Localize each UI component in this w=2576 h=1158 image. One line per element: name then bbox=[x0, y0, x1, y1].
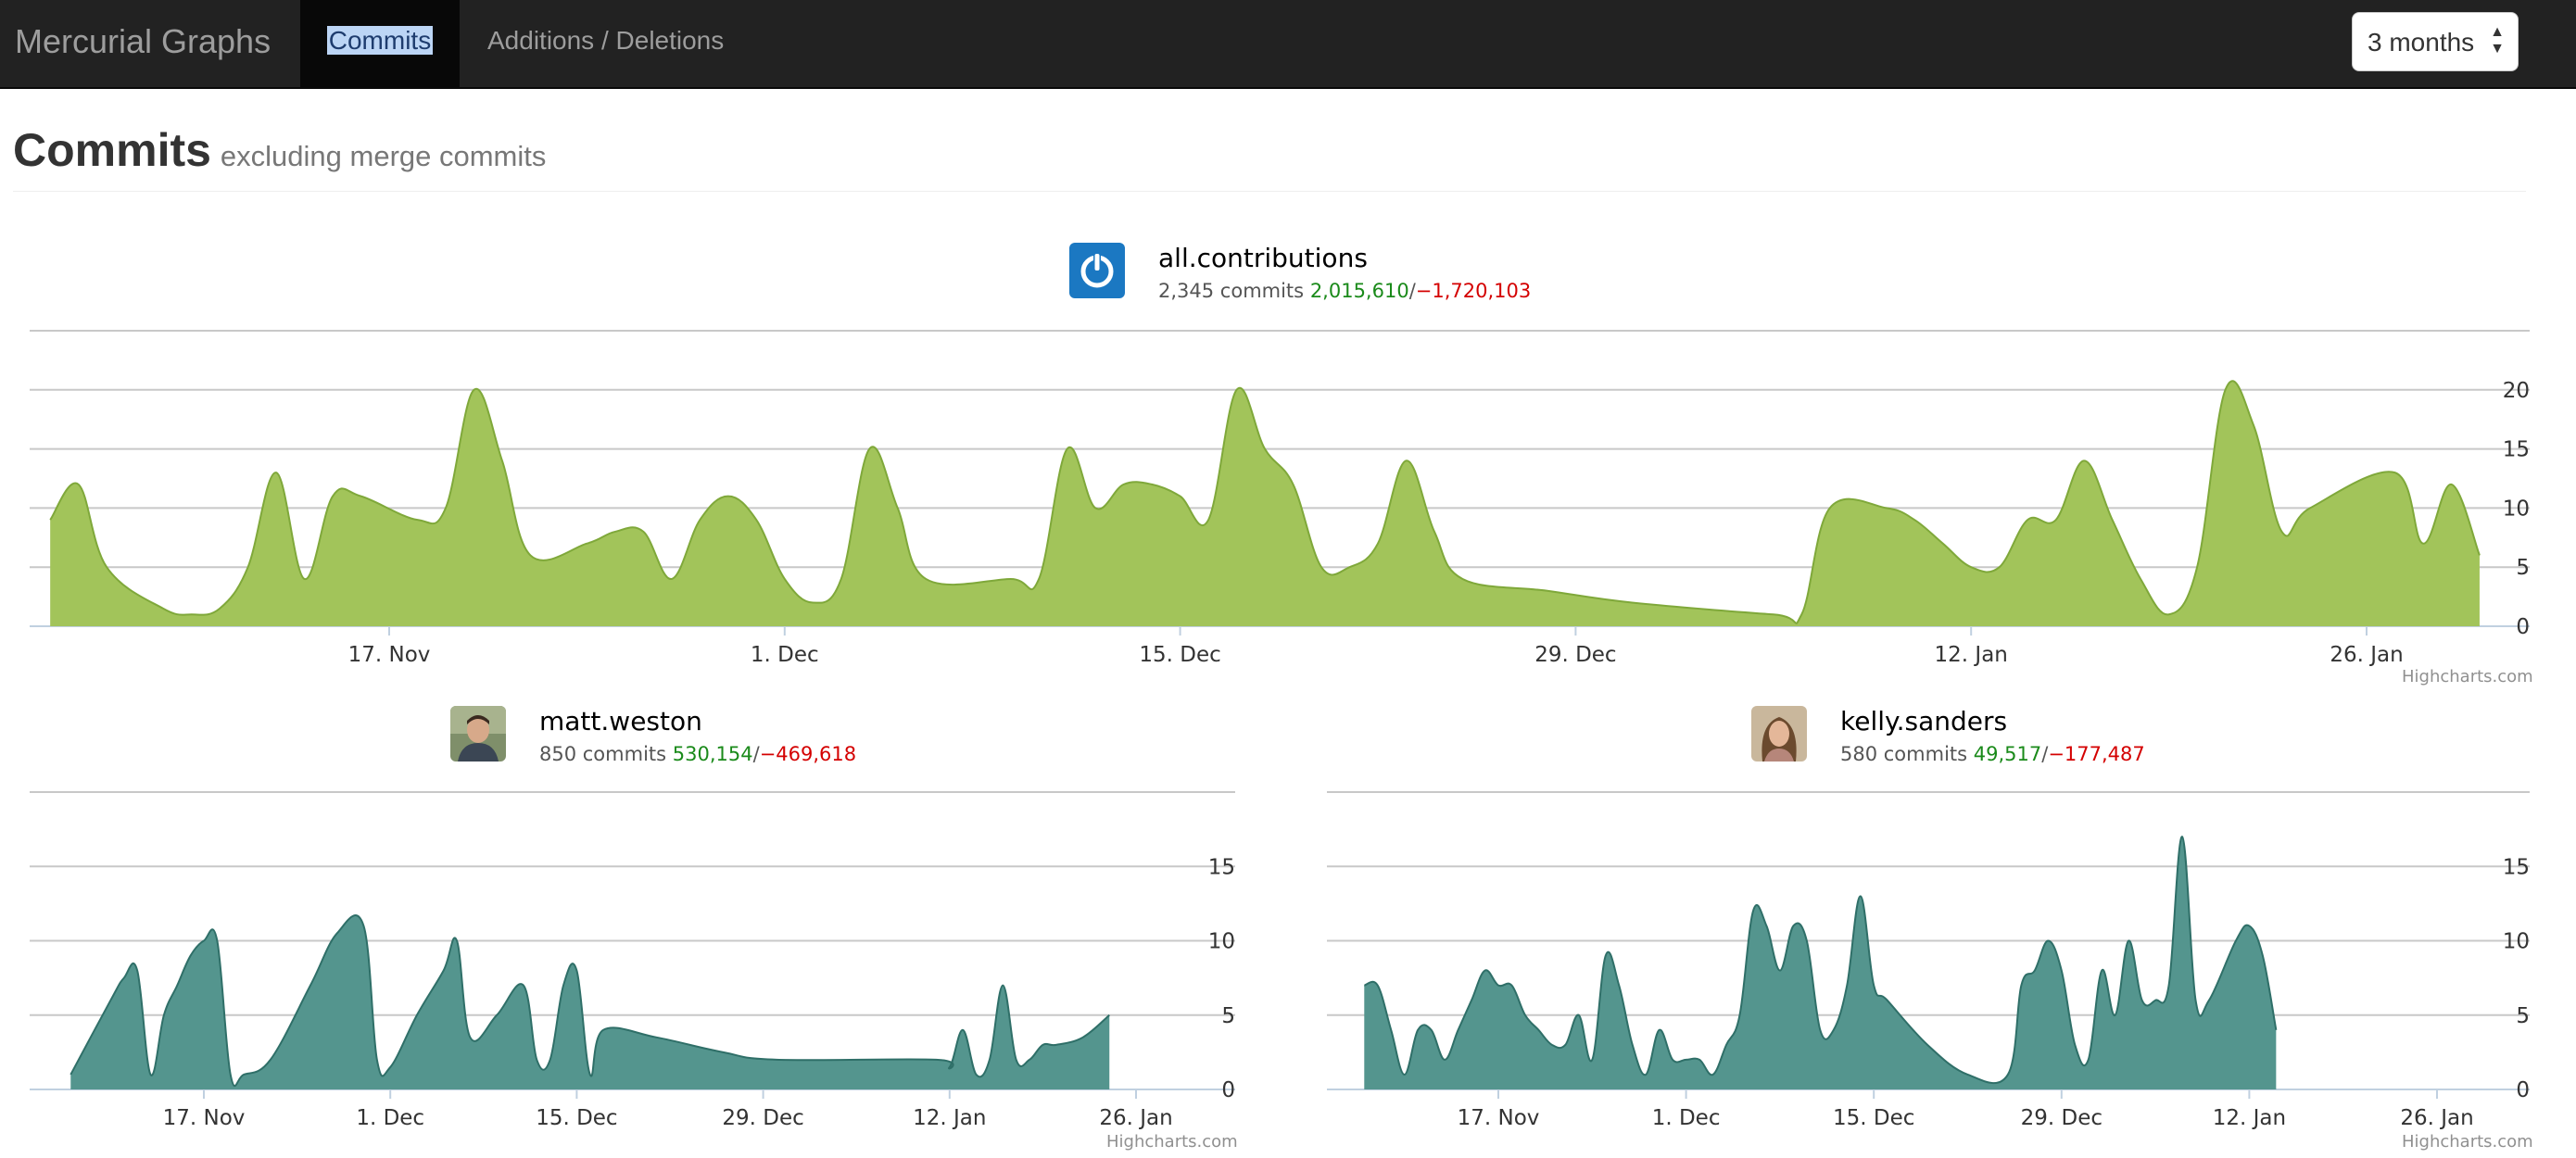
top-navbar: Mercurial Graphs Commits Additions / Del… bbox=[0, 0, 2576, 89]
page-title: Commits excluding merge commits bbox=[13, 120, 2526, 186]
x-tick-label: 17. Nov bbox=[1458, 1106, 1540, 1130]
person-name: all.contributions bbox=[1158, 243, 1368, 273]
x-tick-label: 15. Dec bbox=[1139, 643, 1220, 667]
x-tick-label: 15. Dec bbox=[536, 1106, 617, 1130]
person-name: kelly.sanders bbox=[1840, 706, 2008, 736]
series-area bbox=[1364, 837, 2277, 1089]
y-tick-label: 15 bbox=[2503, 855, 2530, 879]
y-tick-label: 10 bbox=[1208, 930, 1235, 954]
x-tick-label: 12. Jan bbox=[1935, 643, 2008, 667]
y-tick-label: 20 bbox=[2503, 379, 2530, 403]
x-tick-label: 26. Jan bbox=[1099, 1106, 1172, 1130]
y-tick-label: 5 bbox=[2516, 556, 2530, 580]
commit-count: 850 commits bbox=[539, 743, 667, 765]
commit-count: 2,345 commits bbox=[1158, 280, 1305, 302]
x-tick-label: 29. Dec bbox=[722, 1106, 803, 1130]
x-tick-label: 26. Jan bbox=[2330, 643, 2403, 667]
tab-commits[interactable]: Commits bbox=[300, 0, 460, 87]
x-tick-label: 17. Nov bbox=[163, 1106, 246, 1130]
x-tick-label: 1. Dec bbox=[1652, 1106, 1721, 1130]
commit-count: 580 commits bbox=[1840, 743, 1968, 765]
page-header: Commits excluding merge commits bbox=[13, 120, 2526, 192]
x-tick-label: 26. Jan bbox=[2400, 1106, 2473, 1130]
y-tick-label: 0 bbox=[2516, 1078, 2530, 1102]
additions-count: 530,154 bbox=[672, 743, 753, 765]
person-name: matt.weston bbox=[539, 706, 702, 736]
chart-kelly-sanders: 0 5 10 15 17. Nov 1. Dec 15. Dec 29. Dec 12. Jan… bbox=[1297, 778, 2576, 1149]
y-tick-label: 15 bbox=[1208, 855, 1235, 879]
x-tick-label: 1. Dec bbox=[751, 643, 819, 667]
y-tick-label: 15 bbox=[2503, 438, 2530, 462]
chart-matt-weston: 0 5 10 15 17. Nov 1. Dec 15. Dec 29. Dec 12. Jan… bbox=[0, 778, 1260, 1149]
x-tick-label: 12. Jan bbox=[913, 1106, 986, 1130]
person-stats: 2,345 commits 2,015,610/−1,720,103 bbox=[1158, 280, 1531, 302]
x-tick-label: 17. Nov bbox=[348, 643, 431, 667]
stats-separator: / bbox=[1408, 280, 1416, 302]
x-tick-label: 29. Dec bbox=[1534, 643, 1616, 667]
avatar bbox=[1751, 706, 1807, 762]
x-tick-label: 15. Dec bbox=[1833, 1106, 1914, 1130]
x-tick-label: 1. Dec bbox=[356, 1106, 424, 1130]
deletions-count: −1,720,103 bbox=[1415, 280, 1532, 302]
y-tick-label: 10 bbox=[2503, 497, 2530, 521]
brand-link[interactable]: Mercurial Graphs bbox=[15, 0, 271, 87]
time-range-value: 3 months bbox=[2368, 28, 2475, 57]
page-subtitle: excluding merge commits bbox=[220, 140, 547, 172]
y-tick-label: 10 bbox=[2503, 930, 2530, 954]
y-tick-label: 5 bbox=[1221, 1004, 1235, 1028]
chart-all-contributions: 0 5 10 15 20 17. Nov 1. Dec 15. Dec 29. Dec 12. J… bbox=[0, 315, 2576, 686]
tab-additions-deletions[interactable]: Additions / Deletions bbox=[487, 0, 724, 87]
tab-commits-label: Commits bbox=[326, 26, 434, 55]
power-icon bbox=[1069, 243, 1125, 298]
highcharts-credit[interactable]: Highcharts.com bbox=[1106, 1132, 1238, 1152]
highcharts-credit[interactable]: Highcharts.com bbox=[2402, 667, 2533, 686]
avatar bbox=[450, 706, 506, 762]
person-stats: 580 commits 49,517/−177,487 bbox=[1840, 743, 2145, 765]
additions-count: 49,517 bbox=[1973, 743, 2042, 765]
additions-count: 2,015,610 bbox=[1309, 280, 1409, 302]
deletions-count: −177,487 bbox=[2048, 743, 2145, 765]
series-area bbox=[50, 381, 2480, 626]
highcharts-credit[interactable]: Highcharts.com bbox=[2402, 1132, 2533, 1152]
stats-separator: / bbox=[752, 743, 760, 765]
person-stats: 850 commits 530,154/−469,618 bbox=[539, 743, 856, 765]
select-arrows-icon: ▲ ▼ bbox=[2490, 24, 2505, 57]
y-tick-label: 0 bbox=[1221, 1078, 1235, 1102]
deletions-count: −469,618 bbox=[759, 743, 857, 765]
y-tick-label: 5 bbox=[2516, 1004, 2530, 1028]
y-tick-label: 0 bbox=[2516, 615, 2530, 639]
x-tick-label: 29. Dec bbox=[2021, 1106, 2102, 1130]
x-tick-label: 12. Jan bbox=[2213, 1106, 2286, 1130]
page-title-text: Commits bbox=[13, 124, 211, 176]
time-range-select[interactable]: 3 months ▲ ▼ bbox=[2352, 12, 2519, 71]
